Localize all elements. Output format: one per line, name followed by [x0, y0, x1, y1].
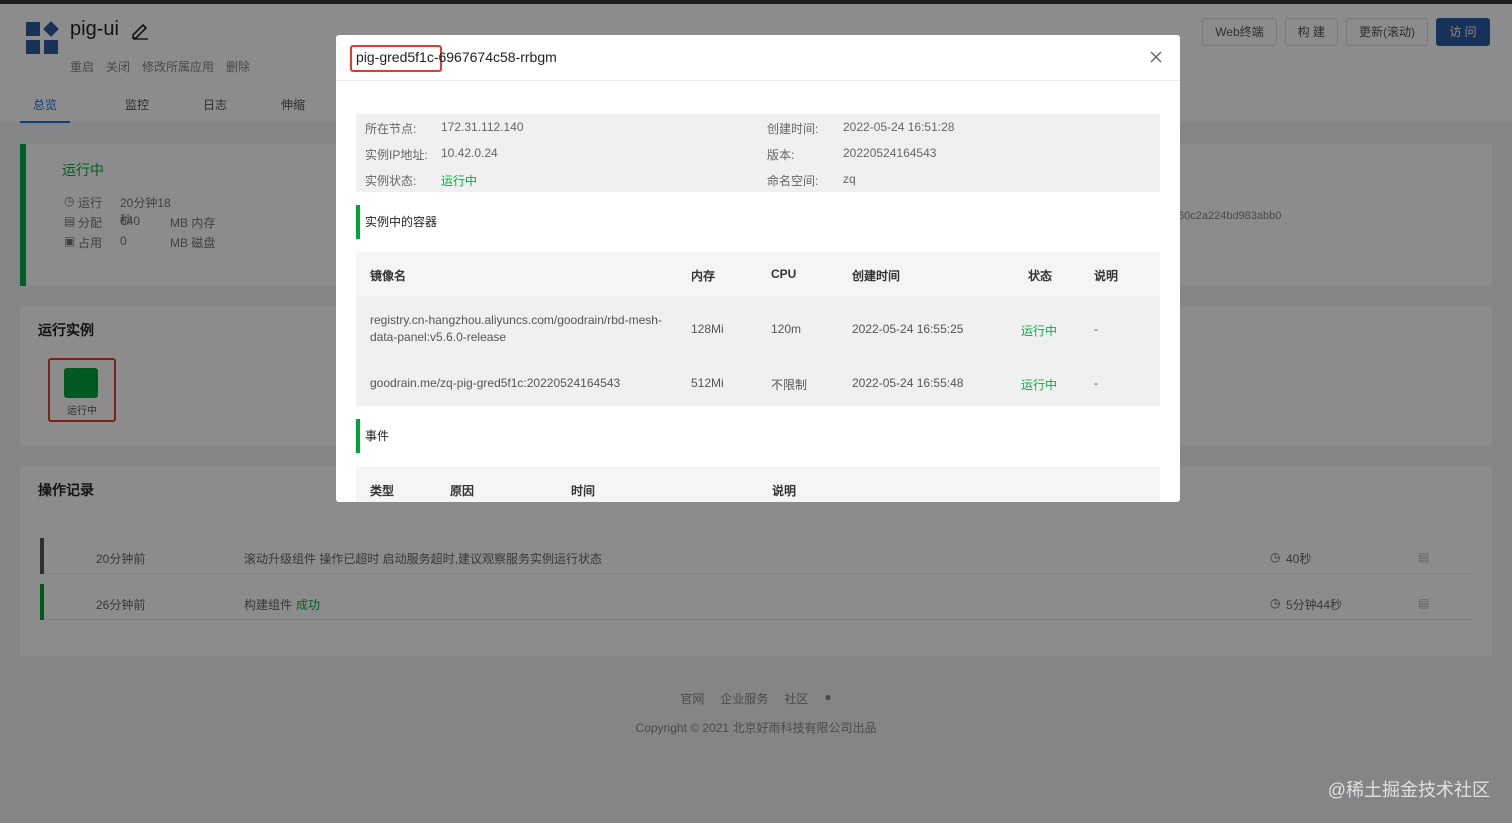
instance-detail-modal: pig-gred5f1c-6967674c58-rrbgm 所在节点: 172.…	[336, 35, 1180, 502]
info-row: 实例IP地址: 10.42.0.24 版本: 20220524164543	[365, 146, 937, 162]
modal-header: pig-gred5f1c-6967674c58-rrbgm	[336, 35, 1180, 81]
table-row: registry.cn-hangzhou.aliyuncs.com/goodra…	[370, 313, 1098, 344]
instance-info: 所在节点: 172.31.112.140 创建时间: 2022-05-24 16…	[356, 114, 1160, 192]
containers-table-body: registry.cn-hangzhou.aliyuncs.com/goodra…	[356, 296, 1160, 406]
info-row: 实例状态: 运行中 命名空间: zq	[365, 172, 856, 188]
containers-table-header: 镜像名 内存 CPU 创建时间 状态 说明	[356, 252, 1160, 296]
events-title: 事件	[356, 419, 556, 453]
events-table-header: 类型 原因 时间 说明	[356, 467, 1160, 502]
containers-title: 实例中的容器	[356, 205, 556, 239]
modal-title: pig-gred5f1c-6967674c58-rrbgm	[356, 49, 557, 65]
table-row: goodrain.me/zq-pig-gred5f1c:202205241645…	[370, 376, 1098, 392]
close-icon[interactable]	[1148, 49, 1164, 65]
watermark: @稀土掘金技术社区	[1327, 780, 1490, 800]
info-row: 所在节点: 172.31.112.140 创建时间: 2022-05-24 16…	[365, 120, 955, 136]
